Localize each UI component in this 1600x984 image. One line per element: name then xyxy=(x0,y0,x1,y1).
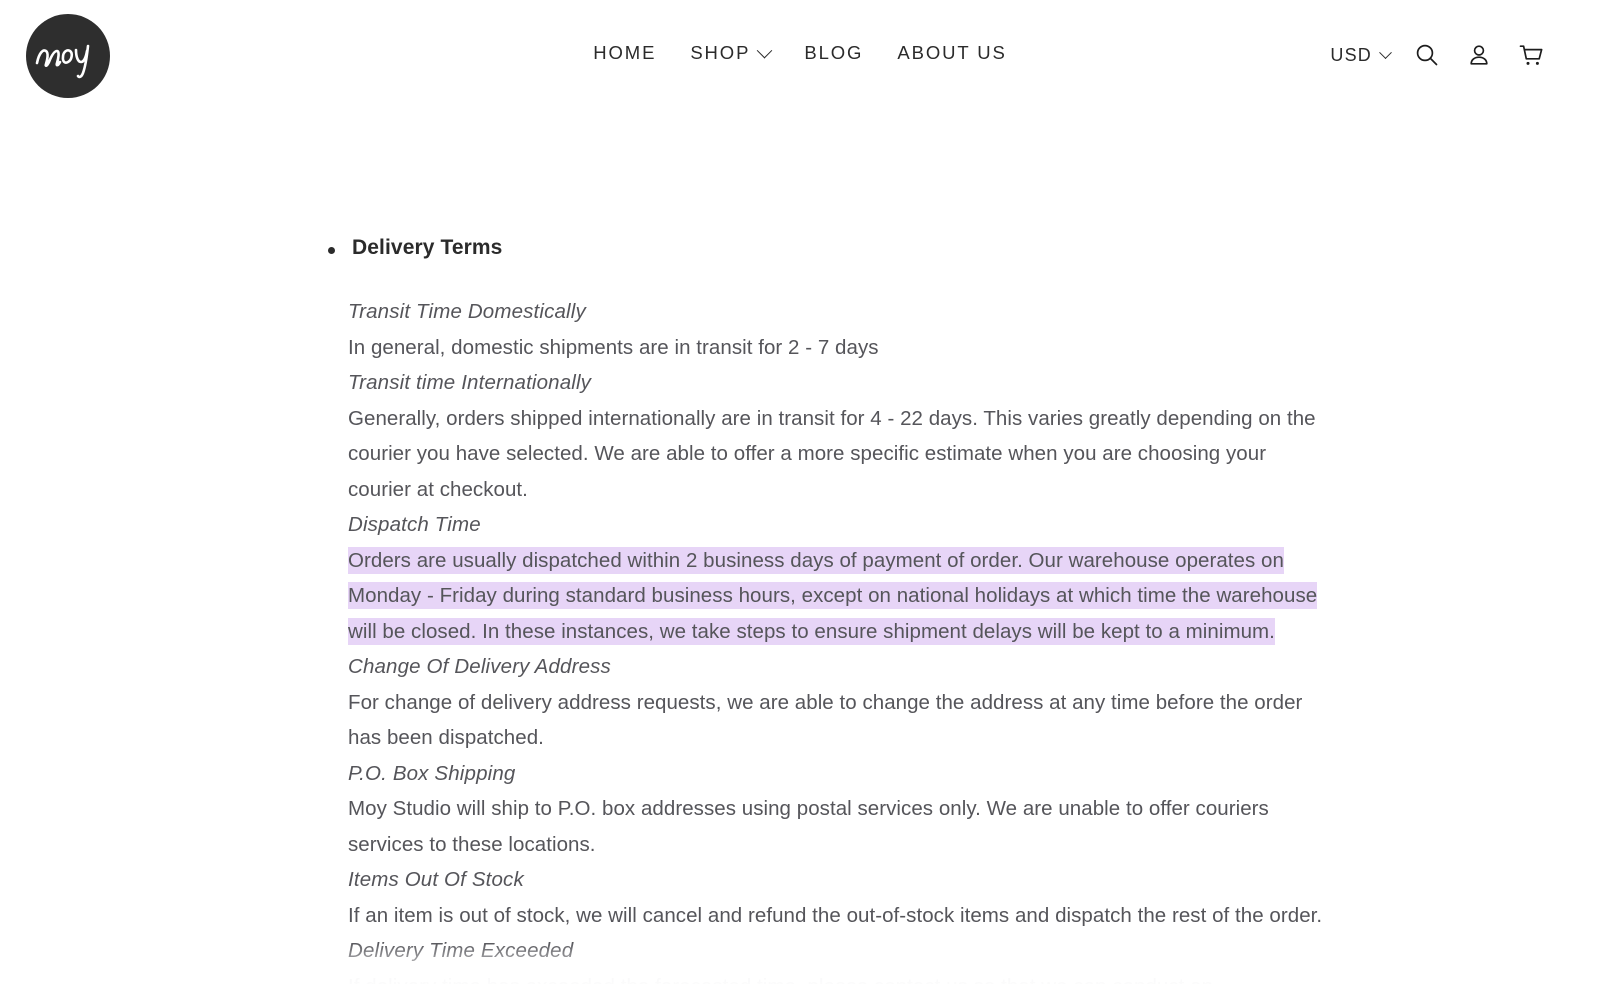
terms-subheading: Dispatch Time xyxy=(348,513,481,536)
user-account-icon xyxy=(1466,42,1492,68)
currency-selector-value: USD xyxy=(1330,44,1372,65)
site-header: HOME SHOP BLOG ABOUT US USD xyxy=(0,0,1600,112)
terms-bullet-list: Delivery Terms xyxy=(0,236,1600,260)
terms-paragraph: Generally, orders shipped internationall… xyxy=(348,406,1316,501)
header-actions: USD xyxy=(1330,40,1546,70)
nav-item-about-us[interactable]: ABOUT US xyxy=(897,42,1006,64)
nav-item-shop-label[interactable]: SHOP xyxy=(690,42,750,64)
account-button[interactable] xyxy=(1464,40,1494,70)
terms-subheading: Transit Time Domestically xyxy=(348,300,586,323)
terms-subheading: Delivery Time Exceeded xyxy=(348,939,574,962)
page-title: Delivery Terms xyxy=(328,236,1600,260)
nav-item-home[interactable]: HOME xyxy=(593,42,656,64)
search-button[interactable] xyxy=(1412,40,1442,70)
terms-paragraph-highlighted: Orders are usually dispatched within 2 b… xyxy=(348,543,1323,650)
text-selection-highlight: Orders are usually dispatched within 2 b… xyxy=(348,546,1318,645)
terms-paragraph: In general, domestic shipments are in tr… xyxy=(348,335,879,359)
terms-subheading: P.O. Box Shipping xyxy=(348,761,516,785)
moy-script-logo-icon xyxy=(33,33,103,79)
site-logo[interactable] xyxy=(26,14,110,98)
currency-selector[interactable]: USD xyxy=(1330,44,1392,66)
shopping-cart-icon xyxy=(1518,42,1545,69)
cart-button[interactable] xyxy=(1516,40,1546,70)
terms-paragraph: If an item is out of stock, we will canc… xyxy=(348,903,1323,927)
terms-paragraph: For change of delivery address requests,… xyxy=(348,690,1303,750)
terms-subheading: Items Out Of Stock xyxy=(348,868,524,891)
nav-item-shop[interactable]: SHOP xyxy=(690,42,773,64)
nav-item-blog[interactable]: BLOG xyxy=(804,42,863,64)
terms-paragraph: If delivery time has exceeded the foreca… xyxy=(348,969,1323,984)
chevron-down-icon xyxy=(757,42,773,58)
terms-subheading: Change Of Delivery Address xyxy=(348,655,611,678)
terms-body: Transit Time Domestically In general, dom… xyxy=(348,294,1348,984)
delivery-terms-section: Delivery Terms xyxy=(0,112,1600,260)
terms-subheading: Transit time Internationally xyxy=(348,371,592,394)
search-icon xyxy=(1414,42,1440,68)
page-content: Delivery Terms Transit Time Domestically… xyxy=(0,112,1600,984)
chevron-down-icon xyxy=(1379,45,1392,59)
terms-paragraph: Moy Studio will ship to P.O. box address… xyxy=(348,797,1269,856)
